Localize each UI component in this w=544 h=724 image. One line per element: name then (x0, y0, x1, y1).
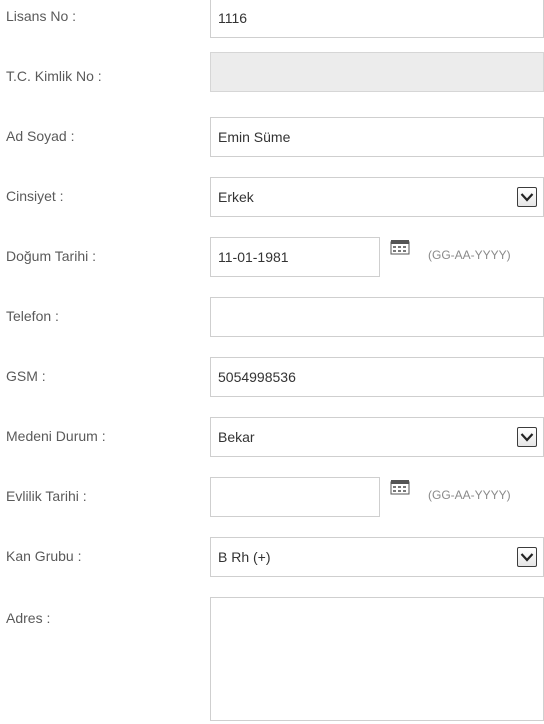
medeni-durum-label: Medeni Durum : (6, 428, 106, 444)
gsm-label: GSM : (6, 368, 46, 384)
lisans-no-label: Lisans No : (6, 8, 77, 24)
telefon-label: Telefon : (6, 308, 59, 324)
ad-soyad-value: Emin Süme (218, 129, 291, 145)
calendar-icon[interactable] (390, 479, 410, 495)
cinsiyet-value: Erkek (218, 189, 254, 205)
evlilik-tarihi-input[interactable] (210, 477, 380, 517)
chevron-down-icon[interactable] (517, 187, 537, 207)
dogum-tarihi-format-hint: (GG-AA-YYYY) (428, 248, 511, 262)
lisans-no-value: 1116 (218, 10, 248, 26)
tc-kimlik-no-label: T.C. Kimlik No : (6, 68, 102, 84)
evlilik-tarihi-label: Evlilik Tarihi : (6, 488, 87, 504)
ad-soyad-label: Ad Soyad : (6, 128, 75, 144)
lisans-no-input[interactable]: 1116 (210, 0, 544, 38)
cinsiyet-select[interactable]: Erkek (210, 177, 544, 217)
gsm-input[interactable]: 5054998536 (210, 357, 544, 397)
kan-grubu-label: Kan Grubu : (6, 548, 82, 564)
chevron-down-icon[interactable] (517, 427, 537, 447)
evlilik-tarihi-format-hint: (GG-AA-YYYY) (428, 488, 511, 502)
calendar-icon[interactable] (390, 239, 410, 255)
kan-grubu-value: B Rh (+) (218, 549, 271, 565)
adres-textarea[interactable] (210, 597, 544, 721)
dogum-tarihi-value: 11-01-1981 (218, 249, 289, 265)
ad-soyad-input[interactable]: Emin Süme (210, 117, 544, 157)
cinsiyet-label: Cinsiyet : (6, 188, 64, 204)
kan-grubu-select[interactable]: B Rh (+) (210, 537, 544, 577)
medeni-durum-select[interactable]: Bekar (210, 417, 544, 457)
gsm-value: 5054998536 (218, 369, 296, 385)
dogum-tarihi-input[interactable]: 11-01-1981 (210, 237, 380, 277)
medeni-durum-value: Bekar (218, 429, 255, 445)
adres-label: Adres : (6, 610, 51, 626)
dogum-tarihi-label: Doğum Tarihi : (6, 248, 97, 264)
chevron-down-icon[interactable] (517, 547, 537, 567)
tc-kimlik-no-input[interactable] (210, 52, 544, 92)
telefon-input[interactable] (210, 297, 544, 337)
